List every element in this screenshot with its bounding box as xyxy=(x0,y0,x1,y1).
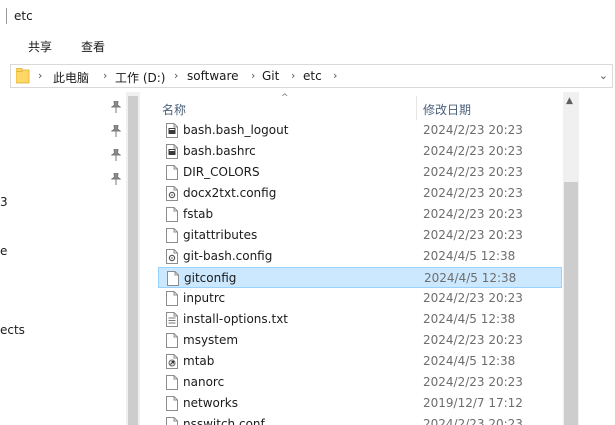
file-icon xyxy=(166,396,178,411)
column-header-date-modified[interactable]: 修改日期 xyxy=(423,101,471,118)
file-date-modified: 2024/2/23 20:23 xyxy=(423,291,523,305)
file-date-modified: 2024/2/23 20:23 xyxy=(423,123,523,137)
file-name: git-bash.config xyxy=(183,249,273,263)
file-row[interactable]: gitconfig 2024/4/5 12:38 xyxy=(158,267,562,288)
nav-scrollbar[interactable] xyxy=(126,92,140,425)
file-date-modified: 2024/2/23 20:23 xyxy=(423,228,523,242)
chevron-right-icon[interactable]: › xyxy=(174,69,178,82)
file-row[interactable]: nanorc 2024/2/23 20:23 xyxy=(158,372,562,393)
address-bar[interactable]: › 此电脑 › 工作 (D:) › software › Git › etc ›… xyxy=(10,64,613,88)
file-name: nsswitch.conf xyxy=(183,417,265,425)
file-date-modified: 2024/2/23 20:23 xyxy=(423,207,523,221)
file-row[interactable]: bash.bash_logout 2024/2/23 20:23 xyxy=(158,120,562,141)
file-row[interactable]: install-options.txt 2024/4/5 12:38 xyxy=(158,309,562,330)
file-name: msystem xyxy=(183,333,239,347)
nav-item-label[interactable]: ects xyxy=(0,323,25,337)
file-row[interactable]: msystem 2024/2/23 20:23 xyxy=(158,330,562,351)
column-divider[interactable] xyxy=(416,96,417,120)
file-name: gitconfig xyxy=(184,271,237,285)
chevron-right-icon[interactable]: › xyxy=(333,69,337,82)
file-row[interactable]: inputrc 2024/2/23 20:23 xyxy=(158,288,562,309)
text-file-icon xyxy=(166,312,178,327)
file-row[interactable]: git-bash.config 2024/4/5 12:38 xyxy=(158,246,562,267)
chevron-right-icon[interactable]: › xyxy=(291,69,295,82)
file-date-modified: 2024/2/23 20:23 xyxy=(423,144,523,158)
nav-scrollbar-thumb[interactable] xyxy=(128,96,138,425)
file-date-modified: 2024/2/23 20:23 xyxy=(423,417,523,425)
file-row[interactable]: gitattributes 2024/2/23 20:23 xyxy=(158,225,562,246)
file-icon xyxy=(166,333,178,348)
file-row[interactable]: nsswitch.conf 2024/2/23 20:23 xyxy=(158,414,562,425)
scroll-up-icon[interactable]: ▲ xyxy=(566,96,573,106)
column-header-name[interactable]: 名称 xyxy=(162,101,186,118)
file-date-modified: 2024/4/5 12:38 xyxy=(423,354,516,368)
pin-icon[interactable] xyxy=(111,125,121,137)
chevron-down-icon[interactable]: ⌄ xyxy=(599,69,608,82)
file-name: mtab xyxy=(183,354,215,368)
tab-view[interactable]: 查看 xyxy=(81,38,105,55)
file-icon xyxy=(166,291,178,306)
file-name: inputrc xyxy=(183,291,226,305)
file-date-modified: 2024/2/23 20:23 xyxy=(423,333,523,347)
file-name: docx2txt.config xyxy=(183,186,277,200)
window-title: etc xyxy=(14,9,33,23)
config-file-icon xyxy=(166,249,178,264)
script-file-icon xyxy=(166,123,178,138)
chevron-right-icon[interactable]: › xyxy=(251,69,255,82)
folder-icon xyxy=(16,68,30,84)
file-row[interactable]: docx2txt.config 2024/2/23 20:23 xyxy=(158,183,562,204)
column-header-row: ^ 名称 修改日期 xyxy=(158,93,562,120)
file-icon xyxy=(166,228,178,243)
file-name: bash.bash_logout xyxy=(183,123,289,137)
chevron-right-icon[interactable]: › xyxy=(103,69,107,82)
pin-icon[interactable] xyxy=(111,173,121,185)
pin-icon[interactable] xyxy=(111,101,121,113)
breadcrumb-git[interactable]: Git xyxy=(262,69,279,83)
file-date-modified: 2024/2/23 20:23 xyxy=(423,165,523,179)
chevron-right-icon[interactable]: › xyxy=(38,69,42,82)
file-list-scrollbar[interactable]: ▲ xyxy=(563,92,579,425)
file-date-modified: 2019/12/7 17:12 xyxy=(423,396,523,410)
file-date-modified: 2024/4/5 12:38 xyxy=(424,271,517,285)
file-date-modified: 2024/4/5 12:38 xyxy=(423,249,516,263)
nav-item-label[interactable]: 3 xyxy=(0,195,8,209)
file-name: gitattributes xyxy=(183,228,258,242)
nav-item-label[interactable]: e xyxy=(0,244,7,258)
file-name: fstab xyxy=(183,207,214,221)
file-icon xyxy=(166,417,178,425)
shortcut-file-icon xyxy=(166,354,178,369)
pin-icon[interactable] xyxy=(111,149,121,161)
breadcrumb-etc[interactable]: etc xyxy=(303,69,322,83)
file-icon xyxy=(166,375,178,390)
file-row[interactable]: networks 2019/12/7 17:12 xyxy=(158,393,562,414)
file-name: install-options.txt xyxy=(183,312,288,326)
breadcrumb-software[interactable]: software xyxy=(187,69,239,83)
file-icon xyxy=(167,271,179,286)
file-name: networks xyxy=(183,396,238,410)
sort-ascending-icon: ^ xyxy=(281,93,289,103)
file-list-scrollbar-thumb[interactable] xyxy=(564,182,578,425)
file-icon xyxy=(166,165,178,180)
title-bar: etc xyxy=(0,0,615,34)
file-date-modified: 2024/2/23 20:23 xyxy=(423,186,523,200)
file-row[interactable]: mtab 2024/4/5 12:38 xyxy=(158,351,562,372)
breadcrumb-drive-d[interactable]: 工作 (D:) xyxy=(115,69,165,86)
file-icon xyxy=(166,207,178,222)
file-row[interactable]: bash.bashrc 2024/2/23 20:23 xyxy=(158,141,562,162)
tab-share[interactable]: 共享 xyxy=(28,38,52,55)
file-row[interactable]: DIR_COLORS 2024/2/23 20:23 xyxy=(158,162,562,183)
file-date-modified: 2024/4/5 12:38 xyxy=(423,312,516,326)
file-name: nanorc xyxy=(183,375,225,389)
title-separator xyxy=(6,8,7,24)
ribbon-tabs: 共享 查看 xyxy=(0,34,615,60)
file-name: DIR_COLORS xyxy=(183,165,260,179)
navigation-pane: 3 e ects xyxy=(0,92,140,425)
file-date-modified: 2024/2/23 20:23 xyxy=(423,375,523,389)
breadcrumb-this-pc[interactable]: 此电脑 xyxy=(53,69,89,86)
config-file-icon xyxy=(166,186,178,201)
file-row[interactable]: fstab 2024/2/23 20:23 xyxy=(158,204,562,225)
script-file-icon xyxy=(166,144,178,159)
file-name: bash.bashrc xyxy=(183,144,256,158)
